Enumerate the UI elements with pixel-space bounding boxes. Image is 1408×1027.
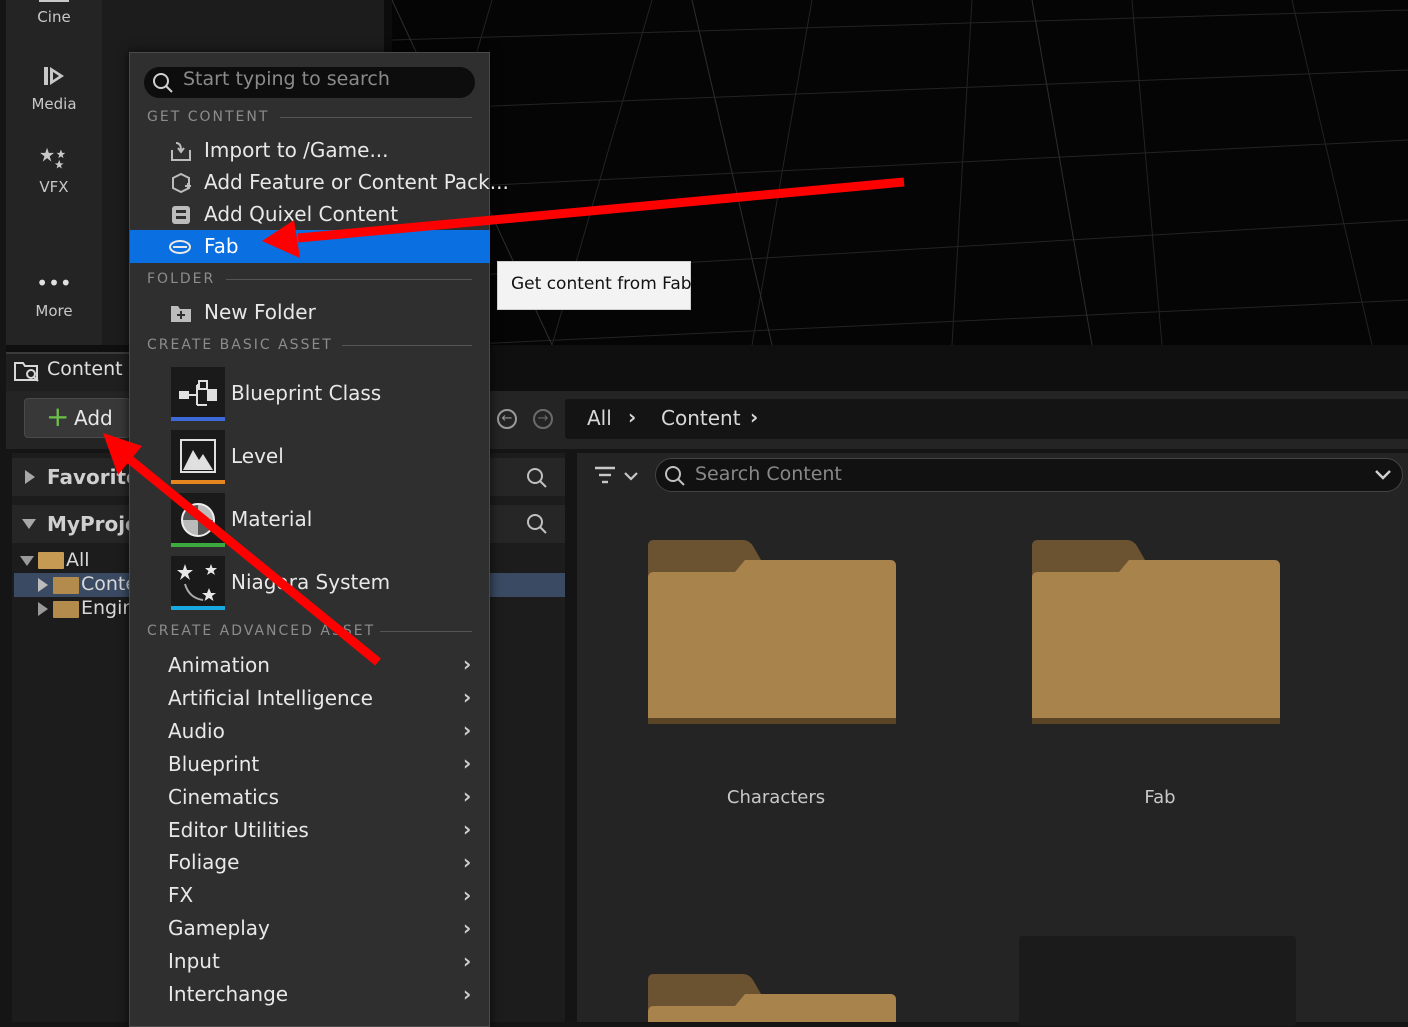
menu-item-input[interactable]: Input [168, 949, 220, 973]
asset-color-bar [171, 480, 225, 484]
cine-icon [39, 0, 69, 2]
new-folder-icon [171, 306, 191, 322]
chevron-right-icon: › [463, 949, 472, 973]
chevron-right-icon: › [463, 751, 472, 775]
chevron-right-icon: › [463, 652, 472, 676]
folder-icon [53, 577, 79, 594]
breadcrumb-all[interactable]: All [587, 406, 612, 430]
folder-icon[interactable] [645, 972, 899, 1022]
menu-item-cinematics[interactable]: Cinematics [168, 785, 279, 809]
menu-item-fx[interactable]: FX [168, 883, 193, 907]
menu-item-foliage[interactable]: Foliage [168, 850, 239, 874]
menu-item-editor-utilities[interactable]: Editor Utilities [168, 818, 309, 842]
chevron-right-icon: › [463, 982, 472, 1006]
chevron-down-icon[interactable] [1374, 468, 1392, 482]
quixel-icon [172, 206, 190, 224]
media-icon [44, 67, 64, 85]
niagara-system-icon [171, 556, 225, 610]
menu-item-add-feature[interactable]: Add Feature or Content Pack... [204, 170, 509, 194]
menu-search-placeholder: Start typing to search [183, 68, 390, 90]
plus-icon: + [46, 400, 70, 433]
folder-icon[interactable] [1029, 538, 1283, 730]
section-folder: FOLDER [147, 271, 216, 287]
material-icon [171, 493, 225, 547]
menu-item-animation[interactable]: Animation [168, 653, 270, 677]
folder-open-icon [38, 552, 64, 569]
section-get-content: GET CONTENT [147, 109, 270, 125]
menu-item-audio[interactable]: Audio [168, 719, 225, 743]
chevron-right-icon[interactable]: › [750, 405, 758, 429]
back-arrow-icon[interactable]: ← [497, 409, 517, 429]
fab-icon [169, 240, 191, 254]
menu-item-blueprint-class[interactable]: Blueprint Class [231, 381, 381, 405]
fab-tooltip-text: Get content from Fab [511, 274, 692, 294]
level-icon [171, 430, 225, 484]
expand-arrow-icon[interactable] [25, 470, 35, 484]
filter-icon[interactable] [593, 465, 639, 487]
folder-icon [53, 601, 79, 618]
menu-item-interchange[interactable]: Interchange [168, 982, 288, 1006]
menu-item-artificial-intelligence[interactable]: Artificial Intelligence [168, 686, 373, 710]
menu-item-niagara-system[interactable]: Niagara System [231, 570, 390, 594]
folder-icon[interactable] [645, 538, 899, 730]
collapse-arrow-icon[interactable] [20, 556, 34, 566]
chevron-right-icon: › [463, 883, 472, 907]
menu-item-new-folder[interactable]: New Folder [204, 300, 316, 324]
toolbar-vfx[interactable]: VFX [6, 146, 102, 196]
search-icon[interactable] [526, 513, 548, 535]
mode-toolbar: Cine Media VFX ••• More [6, 0, 102, 345]
chevron-right-icon: › [463, 718, 472, 742]
content-browser-icon [14, 362, 39, 382]
expand-arrow-icon[interactable] [38, 602, 48, 616]
menu-item-fab[interactable]: Fab [204, 234, 239, 258]
asset-color-bar [171, 417, 225, 421]
chevron-right-icon: › [463, 817, 472, 841]
tree-item-all[interactable]: All [66, 549, 90, 571]
search-icon [153, 73, 173, 93]
asset-tile[interactable] [1019, 936, 1296, 1026]
chevron-right-icon: › [463, 685, 472, 709]
search-icon[interactable] [526, 467, 548, 489]
chevron-right-icon: › [463, 784, 472, 808]
search-icon [665, 466, 685, 486]
chevron-right-icon[interactable]: › [628, 405, 636, 429]
panel-splitter[interactable] [565, 453, 577, 1022]
content-pack-icon [172, 172, 191, 194]
section-create-basic: CREATE BASIC ASSET [147, 337, 333, 353]
menu-item-blueprint[interactable]: Blueprint [168, 752, 259, 776]
toolbar-cine[interactable]: Cine [6, 0, 102, 26]
forward-arrow-icon[interactable]: → [533, 409, 553, 429]
chevron-right-icon: › [463, 850, 472, 874]
toolbar-media[interactable]: Media [6, 63, 102, 113]
import-icon [171, 142, 191, 161]
expand-arrow-icon[interactable] [38, 578, 48, 592]
divider [280, 117, 472, 118]
asset-color-bar [171, 543, 225, 547]
menu-item-level[interactable]: Level [231, 444, 284, 468]
add-button-label: Add [74, 406, 113, 430]
folder-label-fab: Fab [1144, 787, 1176, 808]
section-create-advanced: CREATE ADVANCED ASSET [147, 623, 376, 639]
asset-color-bar [171, 606, 225, 610]
divider [380, 631, 472, 632]
menu-item-material[interactable]: Material [231, 507, 312, 531]
breadcrumb-content[interactable]: Content [661, 406, 741, 430]
tree-item-engine[interactable]: Engin [81, 597, 134, 619]
divider [226, 279, 472, 280]
search-content-placeholder: Search Content [695, 463, 842, 485]
folder-label-characters: Characters [726, 787, 826, 808]
chevron-right-icon: › [463, 916, 472, 940]
menu-item-gameplay[interactable]: Gameplay [168, 916, 270, 940]
more-dots-icon: ••• [36, 271, 72, 295]
menu-item-import[interactable]: Import to /Game... [204, 138, 389, 162]
toolbar-more[interactable]: ••• More [6, 271, 102, 320]
content-browser-tab-label: Content E [47, 358, 141, 380]
vfx-icon [40, 147, 66, 169]
menu-item-quixel[interactable]: Add Quixel Content [204, 202, 398, 226]
blueprint-class-icon [171, 367, 225, 421]
collapse-arrow-icon[interactable] [22, 519, 36, 529]
divider [342, 345, 472, 346]
